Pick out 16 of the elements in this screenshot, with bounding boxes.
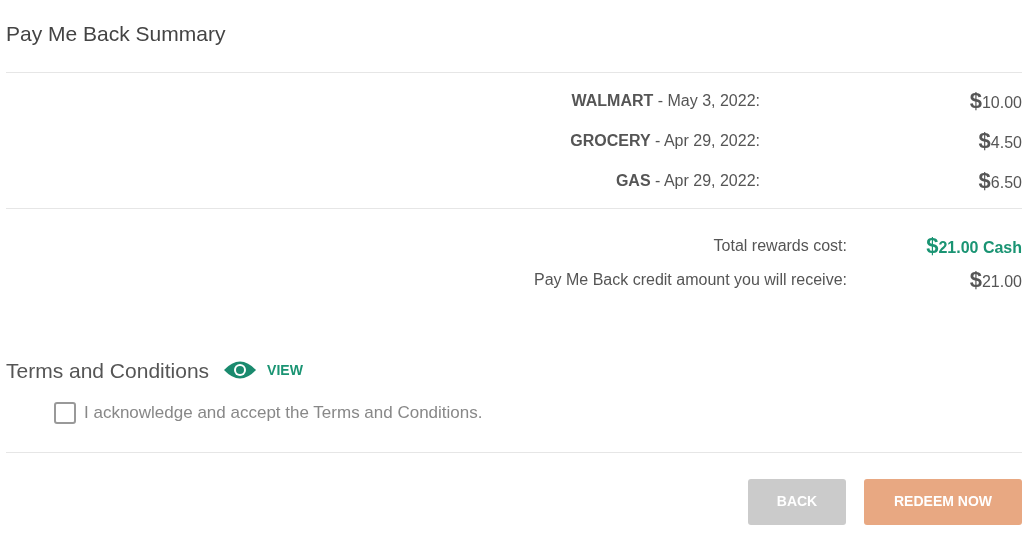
checkbox[interactable] [54,401,76,424]
redeem-button[interactable]: REDEEM NOW [864,478,1022,525]
terms-heading: Terms and Conditions [6,357,210,384]
purchase-label: GROCERY - Apr 29, 2022: [570,130,760,151]
purchase-label: WALMART - May 3, 2022: [571,90,760,111]
purchase-amount: $6.50 [977,167,1022,195]
purchase-label: GAS - Apr 29, 2022: [615,170,760,191]
purchase-amount: $4.50 [977,127,1022,155]
total-amount: $21.00 [968,266,1022,294]
total-amount: $21.00 Cash [925,232,1022,260]
view-link[interactable]: VIEW [223,359,303,382]
checkbox-label: I acknowledge and accept the Terms and Conditions. [84,402,483,424]
purchase-amount: $10.00 [968,87,1022,115]
page-title: Pay Me Back Summary [6,22,226,45]
total-label: Total rewards cost: [713,235,847,256]
total-label: Pay Me Back credit amount you will receive: [534,269,847,290]
